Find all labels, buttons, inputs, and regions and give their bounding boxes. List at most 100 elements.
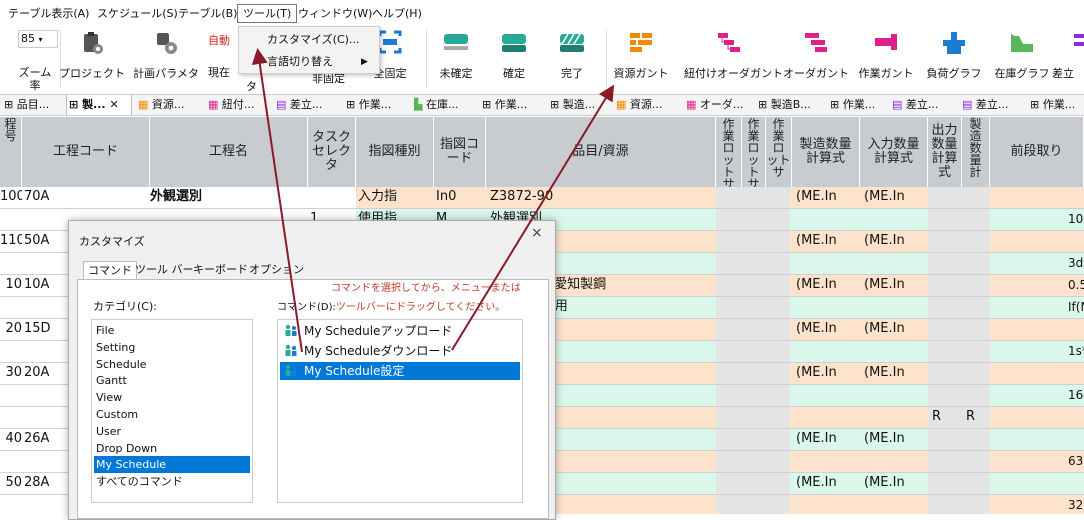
tab-link[interactable]: ▦ 紐付...: [206, 95, 254, 115]
grid-cell-code[interactable]: 28A: [24, 474, 49, 492]
grid-cell-f2[interactable]: (ME.In: [864, 276, 905, 294]
column-header[interactable]: 工程名: [150, 117, 308, 187]
category-item[interactable]: Drop Down: [94, 440, 250, 457]
grid-cell-code[interactable]: 10A: [24, 276, 49, 294]
grid-cell-pre[interactable]: 10sp: [1068, 210, 1084, 228]
tab-stock[interactable]: ▙ 在庫...: [412, 95, 458, 115]
tab-production-2[interactable]: ⊞ 製造...: [548, 95, 595, 115]
grid-cell-code[interactable]: 70A: [24, 188, 49, 206]
menu-table-view[interactable]: テーブル表示(A): [8, 5, 89, 21]
grid-cell-f1[interactable]: (ME.In: [796, 364, 837, 382]
grid-cell-pre[interactable]: 164p: [1068, 386, 1084, 404]
auto-label[interactable]: 自動: [208, 32, 230, 48]
project-button[interactable]: プロジェクト: [56, 30, 128, 80]
grid-cell-code[interactable]: 20A: [24, 364, 49, 382]
grid-cell-f1[interactable]: (ME.In: [796, 320, 837, 338]
tab-resource[interactable]: ▦ 資源...: [136, 95, 184, 115]
grid-cell-no[interactable]: 40: [0, 430, 22, 448]
column-header[interactable]: 作業ロットサ: [766, 117, 792, 187]
category-item[interactable]: Schedule: [94, 356, 250, 373]
grid-cell-no[interactable]: 30: [0, 364, 22, 382]
grid-cell-name[interactable]: 外観選別: [150, 188, 202, 206]
column-header[interactable]: 指図種別: [356, 117, 434, 187]
grid-cell-no[interactable]: 20: [0, 320, 22, 338]
grid-cell-f1[interactable]: (ME.In: [796, 276, 837, 294]
command-list[interactable]: My Scheduleアップロード My Scheduleダウンロード My Sch…: [277, 319, 523, 503]
category-item[interactable]: Gantt: [94, 372, 250, 389]
tab-dispatch-3[interactable]: ▤ 差立...: [960, 95, 1008, 115]
command-item[interactable]: My Scheduleダウンロード: [280, 342, 520, 360]
grid-cell-pre[interactable]: 632p: [1068, 452, 1084, 470]
grid-cell-r2[interactable]: R: [966, 408, 975, 426]
column-header[interactable]: 製造数量計: [962, 117, 990, 187]
tab-resource-2[interactable]: ▦ 資源...: [614, 95, 662, 115]
grid-cell-no[interactable]: 100: [0, 188, 22, 206]
grid-cell-f2[interactable]: (ME.In: [864, 474, 905, 492]
command-item[interactable]: My Schedule設定: [280, 362, 520, 380]
done-button[interactable]: 完了: [536, 30, 608, 80]
menu-table[interactable]: テーブル(B): [178, 5, 237, 21]
category-item[interactable]: User: [94, 423, 250, 440]
category-list[interactable]: File Setting Schedule Gantt View Custom User Dr…: [91, 319, 253, 503]
tab-work-1[interactable]: ⊞ 作業...: [344, 95, 391, 115]
column-header[interactable]: 前段取り: [990, 117, 1084, 187]
menu-help[interactable]: ヘルプ(H): [372, 5, 422, 21]
grid-cell-pre[interactable]: 320p: [1068, 496, 1084, 514]
current-label[interactable]: 現在: [208, 64, 230, 80]
category-item[interactable]: Custom: [94, 406, 250, 423]
tab-commands[interactable]: コマンド: [83, 261, 137, 279]
grid-cell-no[interactable]: 110: [0, 232, 22, 250]
tab-work-4[interactable]: ⊞ 作業...: [1028, 95, 1075, 115]
grid-cell-pre[interactable]: 0.53: [1068, 276, 1084, 294]
grid-cell-f2[interactable]: (ME.In: [864, 364, 905, 382]
column-header[interactable]: 程号: [0, 117, 22, 187]
stock-graph-button[interactable]: 在庫グラフ: [986, 30, 1058, 80]
column-header[interactable]: 作業ロットサ: [742, 117, 766, 190]
tab-production[interactable]: ⊞ 製... ✕: [66, 95, 132, 115]
tab-production-b[interactable]: ⊞ 製造B...: [756, 95, 811, 115]
tab-work-3[interactable]: ⊞ 作業...: [828, 95, 875, 115]
grid-cell-f1[interactable]: (ME.In: [796, 232, 837, 250]
column-header[interactable]: 作業ロットサ: [716, 117, 742, 190]
grid-cell-f2[interactable]: (ME.In: [864, 320, 905, 338]
grid-cell-f1[interactable]: (ME.In: [796, 430, 837, 448]
grid-cell-kind[interactable]: 入力指: [358, 188, 397, 206]
close-icon[interactable]: ✕: [109, 98, 118, 111]
grid-cell-f2[interactable]: (ME.In: [864, 188, 905, 206]
category-item[interactable]: My Schedule: [94, 456, 250, 474]
column-header[interactable]: 出力 数量 計算式: [928, 117, 962, 187]
grid-cell-f2[interactable]: (ME.In: [864, 232, 905, 250]
category-item[interactable]: Setting: [94, 339, 250, 356]
tab-work-2[interactable]: ⊞ 作業...: [480, 95, 527, 115]
menu-tools[interactable]: ツール(T): [237, 4, 298, 23]
grid-cell-pre[interactable]: 3d: [1068, 254, 1083, 272]
column-header[interactable]: 指図コ ード: [434, 117, 486, 187]
category-item[interactable]: すべてのコマンド: [94, 473, 250, 490]
command-item[interactable]: My Scheduleアップロード: [280, 322, 520, 340]
grid-cell-pre[interactable]: 1s*(: [1068, 342, 1084, 360]
column-header[interactable]: 品目/資源: [486, 117, 716, 187]
grid-cell-f1[interactable]: (ME.In: [796, 188, 837, 206]
tab-keyboard[interactable]: キーボード: [189, 261, 252, 279]
tab-dispatch-2[interactable]: ▤ 差立...: [890, 95, 938, 115]
diff-button[interactable]: 差立: [1050, 30, 1084, 80]
order-gantt-button[interactable]: オーダガント: [780, 30, 852, 80]
menu-schedule[interactable]: スケジュール(S): [97, 5, 178, 21]
load-graph-button[interactable]: 負荷グラフ: [918, 30, 990, 80]
column-header[interactable]: 製造数量 計算式: [792, 117, 860, 187]
grid-cell-code[interactable]: 50A: [24, 232, 49, 250]
tab-item-master[interactable]: ⊞ 品目...: [2, 95, 49, 115]
grid-cell-f2[interactable]: (ME.In: [864, 430, 905, 448]
tab-order[interactable]: ▦ オーダ...: [684, 95, 743, 115]
work-gantt-button[interactable]: 作業ガント: [850, 30, 922, 80]
column-header[interactable]: タスク セレクタ: [308, 117, 356, 187]
link-order-gantt-button[interactable]: 紐付けオーダガント: [684, 30, 783, 80]
grid-cell-no[interactable]: 10: [0, 276, 22, 294]
column-header[interactable]: 工程コード: [22, 117, 150, 187]
tab-options[interactable]: オプション: [245, 261, 308, 279]
menu-item-customize[interactable]: カスタマイズ(C)...: [239, 29, 379, 51]
zoom-select[interactable]: 85 ▾: [18, 30, 58, 48]
close-icon[interactable]: ×: [531, 225, 543, 241]
category-item[interactable]: View: [94, 389, 250, 406]
grid-cell-code[interactable]: 15D: [24, 320, 51, 338]
